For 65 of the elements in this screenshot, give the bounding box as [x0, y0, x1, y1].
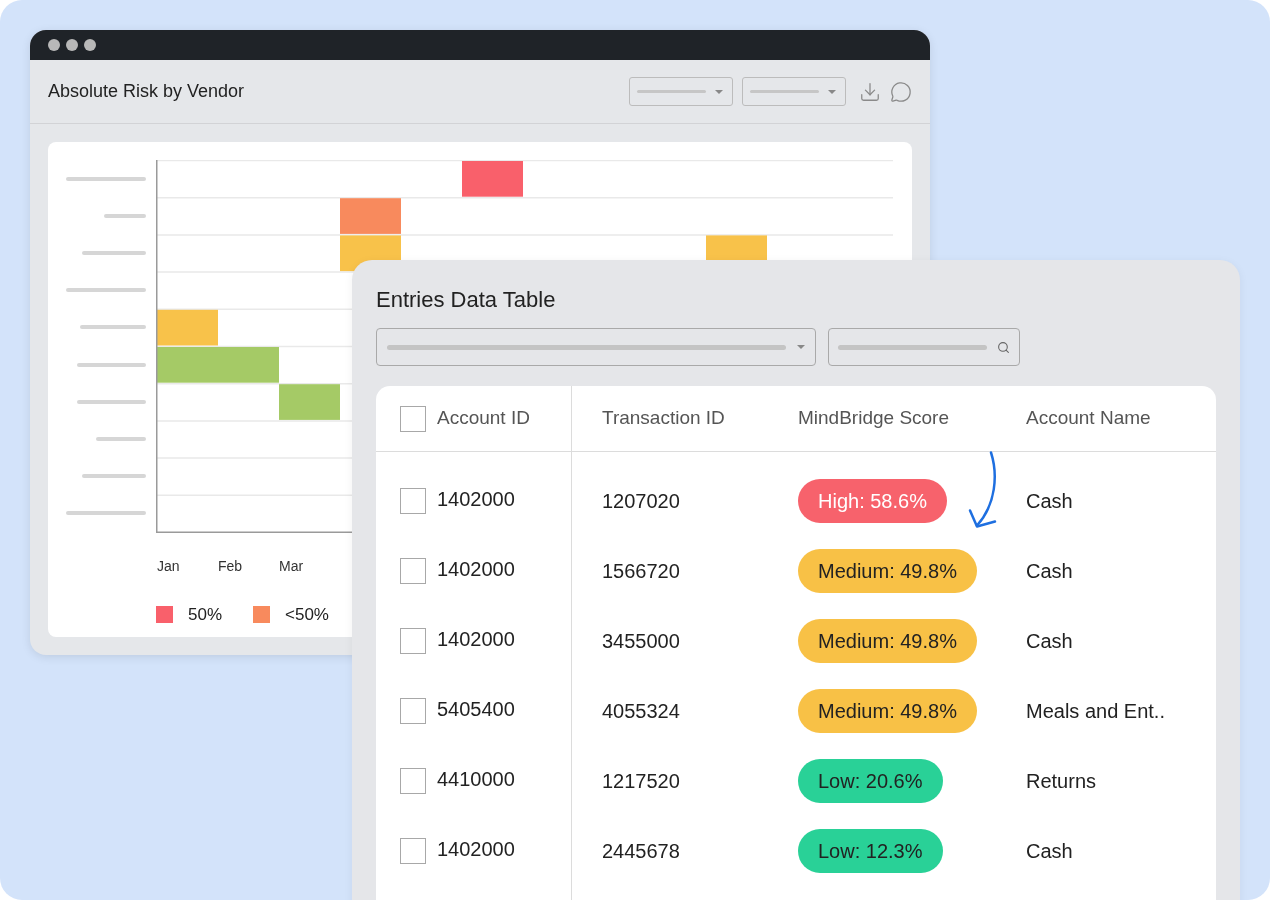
- column-header: MindBridge Score: [798, 406, 950, 431]
- caret-icon: [797, 345, 805, 349]
- score-badge: Medium: 49.8%: [798, 689, 977, 733]
- table-cell-text: Cash: [1026, 629, 1073, 654]
- table-cell-text: 1217520: [602, 769, 680, 794]
- legend-label: 50%: [188, 604, 223, 626]
- row-checkbox[interactable]: [400, 698, 426, 724]
- table-cell-text: 2445678: [602, 839, 680, 864]
- heat-cell: [157, 309, 218, 346]
- row-checkbox[interactable]: [400, 838, 426, 864]
- table-cell-text: 4055324: [602, 699, 680, 724]
- axis-label-placeholder: [82, 474, 146, 479]
- row-checkbox[interactable]: [400, 628, 426, 654]
- table-cell-text: 1566720: [602, 559, 680, 584]
- table-cell-text: Meals and Ent..: [1026, 699, 1165, 724]
- row-checkbox[interactable]: [400, 488, 426, 514]
- filter-dropdown[interactable]: [376, 328, 816, 366]
- legend-label: <50%: [285, 604, 329, 626]
- axis-label-placeholder: [104, 213, 146, 218]
- axis-label-placeholder: [77, 362, 146, 367]
- table-cell-text: 5405400: [437, 697, 515, 722]
- chart-title: Absolute Risk by Vendor: [48, 80, 245, 103]
- axis-label-placeholder: [77, 399, 146, 404]
- search-icon: [997, 340, 1010, 354]
- row-checkbox[interactable]: [400, 768, 426, 794]
- x-axis-label: Jan: [157, 558, 180, 574]
- table-cell-text: Cash: [1026, 559, 1073, 584]
- column-header: Transaction ID: [602, 406, 725, 431]
- table-cell-text: 1402000: [437, 627, 515, 652]
- download-icon[interactable]: [859, 80, 881, 103]
- axis-label-placeholder: [82, 250, 146, 255]
- table-cell-text: 1402000: [437, 837, 515, 862]
- table-cell-text: 1207020: [602, 489, 680, 514]
- row-checkbox[interactable]: [400, 558, 426, 584]
- filter-dropdown[interactable]: [742, 77, 846, 106]
- heat-cell: [279, 384, 340, 420]
- score-badge: Medium: 49.8%: [798, 549, 977, 593]
- axis-label-placeholder: [96, 436, 146, 441]
- table-cell-text: 3455000: [602, 629, 680, 654]
- table-cell-text: Cash: [1026, 839, 1073, 864]
- table-cell-text: Cash: [1026, 489, 1073, 514]
- select-all-checkbox[interactable]: [400, 405, 426, 432]
- x-axis-label: Feb: [218, 558, 243, 574]
- table-cell-text: 4410000: [437, 767, 515, 792]
- axis-label-placeholder: [80, 325, 146, 330]
- score-badge: Medium: 49.8%: [798, 619, 977, 663]
- score-badge: Low: 12.3%: [798, 829, 943, 873]
- column-header: Account Name: [1026, 406, 1151, 431]
- column-header: Account ID: [437, 406, 530, 431]
- placeholder-bar: [750, 90, 819, 93]
- score-badge: High: 58.6%: [798, 479, 947, 523]
- table-title: Entries Data Table: [376, 286, 556, 314]
- caret-icon: [715, 89, 723, 94]
- heat-cell: [462, 161, 523, 197]
- table-cell-text: 1402000: [437, 557, 515, 582]
- x-axis-label: Mar: [279, 558, 304, 574]
- filter-dropdown[interactable]: [629, 77, 733, 106]
- table-cell-text: 1402000: [437, 487, 515, 512]
- comment-icon[interactable]: [890, 80, 912, 103]
- placeholder-bar: [637, 90, 706, 93]
- search-field[interactable]: [828, 328, 1020, 366]
- score-badge: Low: 20.6%: [798, 759, 943, 803]
- table-cell-text: Returns: [1026, 769, 1097, 794]
- caret-icon: [828, 89, 836, 94]
- heat-cell: [340, 198, 401, 234]
